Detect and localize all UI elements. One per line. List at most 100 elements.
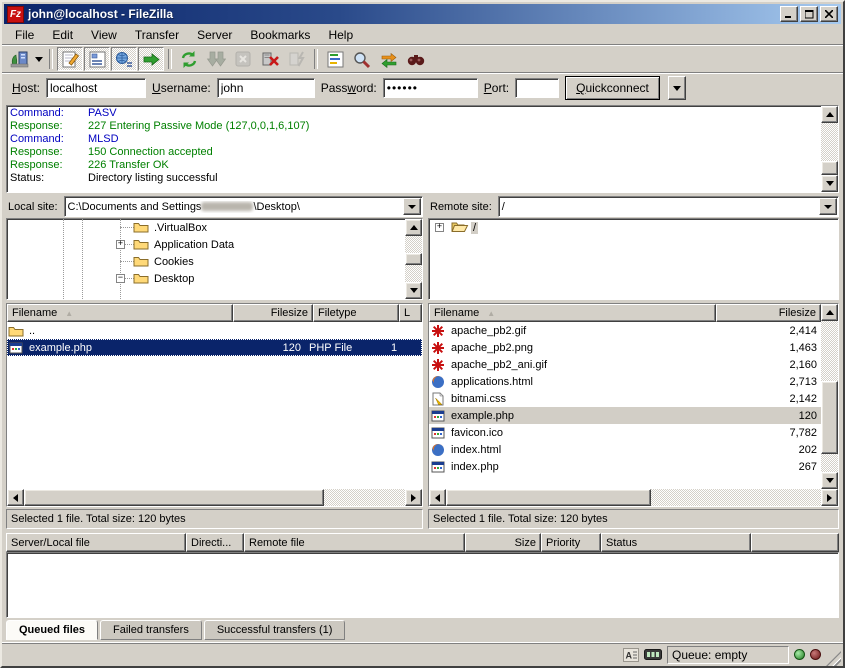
log-scrollbar[interactable] bbox=[821, 106, 838, 192]
file-row[interactable]: index.php 267 bbox=[429, 458, 821, 475]
directory-comparison-button[interactable] bbox=[349, 47, 375, 71]
combobox-dropdown-icon[interactable] bbox=[403, 198, 421, 215]
password-input[interactable] bbox=[383, 78, 478, 98]
menu-server[interactable]: Server bbox=[188, 26, 241, 44]
quickconnect-dropdown[interactable] bbox=[668, 76, 686, 100]
column-header-filename[interactable]: Filename▲ bbox=[429, 304, 716, 322]
file-row[interactable]: applications.html 2,713 bbox=[429, 373, 821, 390]
quickconnect-button[interactable]: Quickconnect bbox=[565, 76, 660, 100]
file-row[interactable]: .. bbox=[7, 322, 422, 339]
local-path: C:\Documents and Settings\Desktop\ bbox=[65, 201, 402, 213]
menu-help[interactable]: Help bbox=[319, 26, 362, 44]
column-header-remote-file[interactable]: Remote file bbox=[244, 533, 465, 552]
site-manager-button[interactable] bbox=[6, 47, 32, 71]
refresh-button[interactable] bbox=[176, 47, 202, 71]
column-header-filetype[interactable]: Filetype bbox=[313, 304, 399, 322]
file-row[interactable]: index.html 202 bbox=[429, 441, 821, 458]
local-tree-scrollbar[interactable] bbox=[405, 219, 422, 299]
file-row[interactable]: apache_pb2.png 1,463 bbox=[429, 339, 821, 356]
scroll-left-icon[interactable] bbox=[429, 489, 446, 506]
maximize-icon[interactable] bbox=[800, 6, 818, 22]
remote-list-header: Filename▲ Filesize bbox=[429, 304, 821, 322]
scroll-thumb[interactable] bbox=[405, 253, 422, 265]
scroll-up-icon[interactable] bbox=[405, 219, 422, 236]
send-led-icon bbox=[810, 649, 821, 660]
site-manager-dropdown[interactable] bbox=[33, 48, 45, 70]
column-header-direction[interactable]: Directi... bbox=[186, 533, 244, 552]
local-list-hscrollbar[interactable] bbox=[7, 489, 422, 506]
scroll-down-icon[interactable] bbox=[405, 282, 422, 299]
tree-item[interactable]: − Desktop bbox=[7, 270, 405, 287]
menu-bookmarks[interactable]: Bookmarks bbox=[241, 26, 319, 44]
local-site-combobox[interactable]: C:\Documents and Settings\Desktop\ bbox=[64, 196, 423, 217]
scroll-up-icon[interactable] bbox=[821, 106, 838, 123]
scroll-thumb[interactable] bbox=[24, 489, 324, 506]
menu-edit[interactable]: Edit bbox=[43, 26, 82, 44]
file-row-selected[interactable]: example.php 120 bbox=[429, 407, 821, 424]
column-header-server-local-file[interactable]: Server/Local file bbox=[6, 533, 186, 552]
queue-list[interactable] bbox=[6, 552, 839, 618]
tab-failed-transfers[interactable]: Failed transfers bbox=[100, 620, 202, 640]
column-header-size[interactable]: Size bbox=[465, 533, 541, 552]
column-header-status[interactable]: Status bbox=[601, 533, 751, 552]
file-row[interactable]: bitnami.css 2,142 bbox=[429, 390, 821, 407]
resize-grip[interactable] bbox=[826, 651, 841, 666]
toggle-remote-tree-button[interactable] bbox=[111, 47, 137, 71]
column-header-last-modified[interactable]: L bbox=[399, 304, 422, 322]
column-header-priority[interactable]: Priority bbox=[541, 533, 601, 552]
tree-item[interactable]: + / bbox=[429, 219, 838, 236]
synchronized-browsing-button[interactable] bbox=[376, 47, 402, 71]
scroll-thumb[interactable] bbox=[821, 381, 838, 453]
toggle-queue-button[interactable] bbox=[138, 47, 164, 71]
remote-list-vscrollbar[interactable] bbox=[821, 304, 838, 489]
menu-file[interactable]: File bbox=[6, 26, 43, 44]
cancel-operation-button[interactable] bbox=[230, 47, 256, 71]
folder-icon bbox=[133, 220, 149, 233]
menu-transfer[interactable]: Transfer bbox=[126, 26, 188, 44]
toggle-local-tree-button[interactable] bbox=[84, 47, 110, 71]
menu-view[interactable]: View bbox=[82, 26, 126, 44]
column-header-filename[interactable]: Filename▲ bbox=[7, 304, 233, 322]
remote-site-combobox[interactable]: / bbox=[498, 196, 839, 217]
tab-successful-transfers[interactable]: Successful transfers (1) bbox=[204, 620, 346, 640]
collapse-minus-icon[interactable]: − bbox=[116, 274, 125, 283]
directory-listing-filters-button[interactable] bbox=[322, 47, 348, 71]
reconnect-button[interactable] bbox=[284, 47, 310, 71]
remote-site-label: Remote site: bbox=[428, 201, 494, 213]
scroll-right-icon[interactable] bbox=[821, 489, 838, 506]
tree-item[interactable]: Cookies bbox=[7, 253, 405, 270]
column-header-filesize[interactable]: Filesize bbox=[716, 304, 821, 322]
column-header-filesize[interactable]: Filesize bbox=[233, 304, 313, 322]
file-row-selected[interactable]: example.php 120 PHP File 1 bbox=[7, 339, 422, 356]
tree-item[interactable]: .VirtualBox bbox=[7, 219, 405, 236]
scroll-down-icon[interactable] bbox=[821, 175, 838, 192]
titlebar[interactable]: Fz john@localhost - FileZilla bbox=[4, 4, 841, 24]
combobox-dropdown-icon[interactable] bbox=[819, 198, 837, 215]
file-row[interactable]: favicon.ico 7,782 bbox=[429, 424, 821, 441]
tab-queued-files[interactable]: Queued files bbox=[6, 620, 98, 640]
toggle-message-log-button[interactable] bbox=[57, 47, 83, 71]
expand-plus-icon[interactable]: + bbox=[116, 240, 125, 249]
username-input[interactable] bbox=[217, 78, 315, 98]
scroll-down-icon[interactable] bbox=[821, 472, 838, 489]
scroll-thumb[interactable] bbox=[821, 161, 838, 175]
scroll-right-icon[interactable] bbox=[405, 489, 422, 506]
file-row[interactable]: apache_pb2_ani.gif 2,160 bbox=[429, 356, 821, 373]
remote-list-hscrollbar[interactable] bbox=[429, 489, 838, 506]
site-manager-icon bbox=[9, 50, 29, 68]
expand-plus-icon[interactable]: + bbox=[435, 223, 444, 232]
remote-status: Selected 1 file. Total size: 120 bytes bbox=[428, 509, 839, 529]
local-tree: .VirtualBox + Application Data Cookies bbox=[6, 218, 423, 300]
port-input[interactable] bbox=[515, 78, 559, 98]
scroll-thumb[interactable] bbox=[446, 489, 651, 506]
file-row[interactable]: apache_pb2.gif 2,414 bbox=[429, 322, 821, 339]
disconnect-button[interactable] bbox=[257, 47, 283, 71]
tree-item[interactable]: + Application Data bbox=[7, 236, 405, 253]
process-queue-button[interactable] bbox=[203, 47, 229, 71]
host-input[interactable] bbox=[46, 78, 146, 98]
scroll-left-icon[interactable] bbox=[7, 489, 24, 506]
close-icon[interactable] bbox=[820, 6, 838, 22]
scroll-up-icon[interactable] bbox=[821, 304, 838, 321]
minimize-icon[interactable] bbox=[780, 6, 798, 22]
find-files-button[interactable] bbox=[403, 47, 429, 71]
